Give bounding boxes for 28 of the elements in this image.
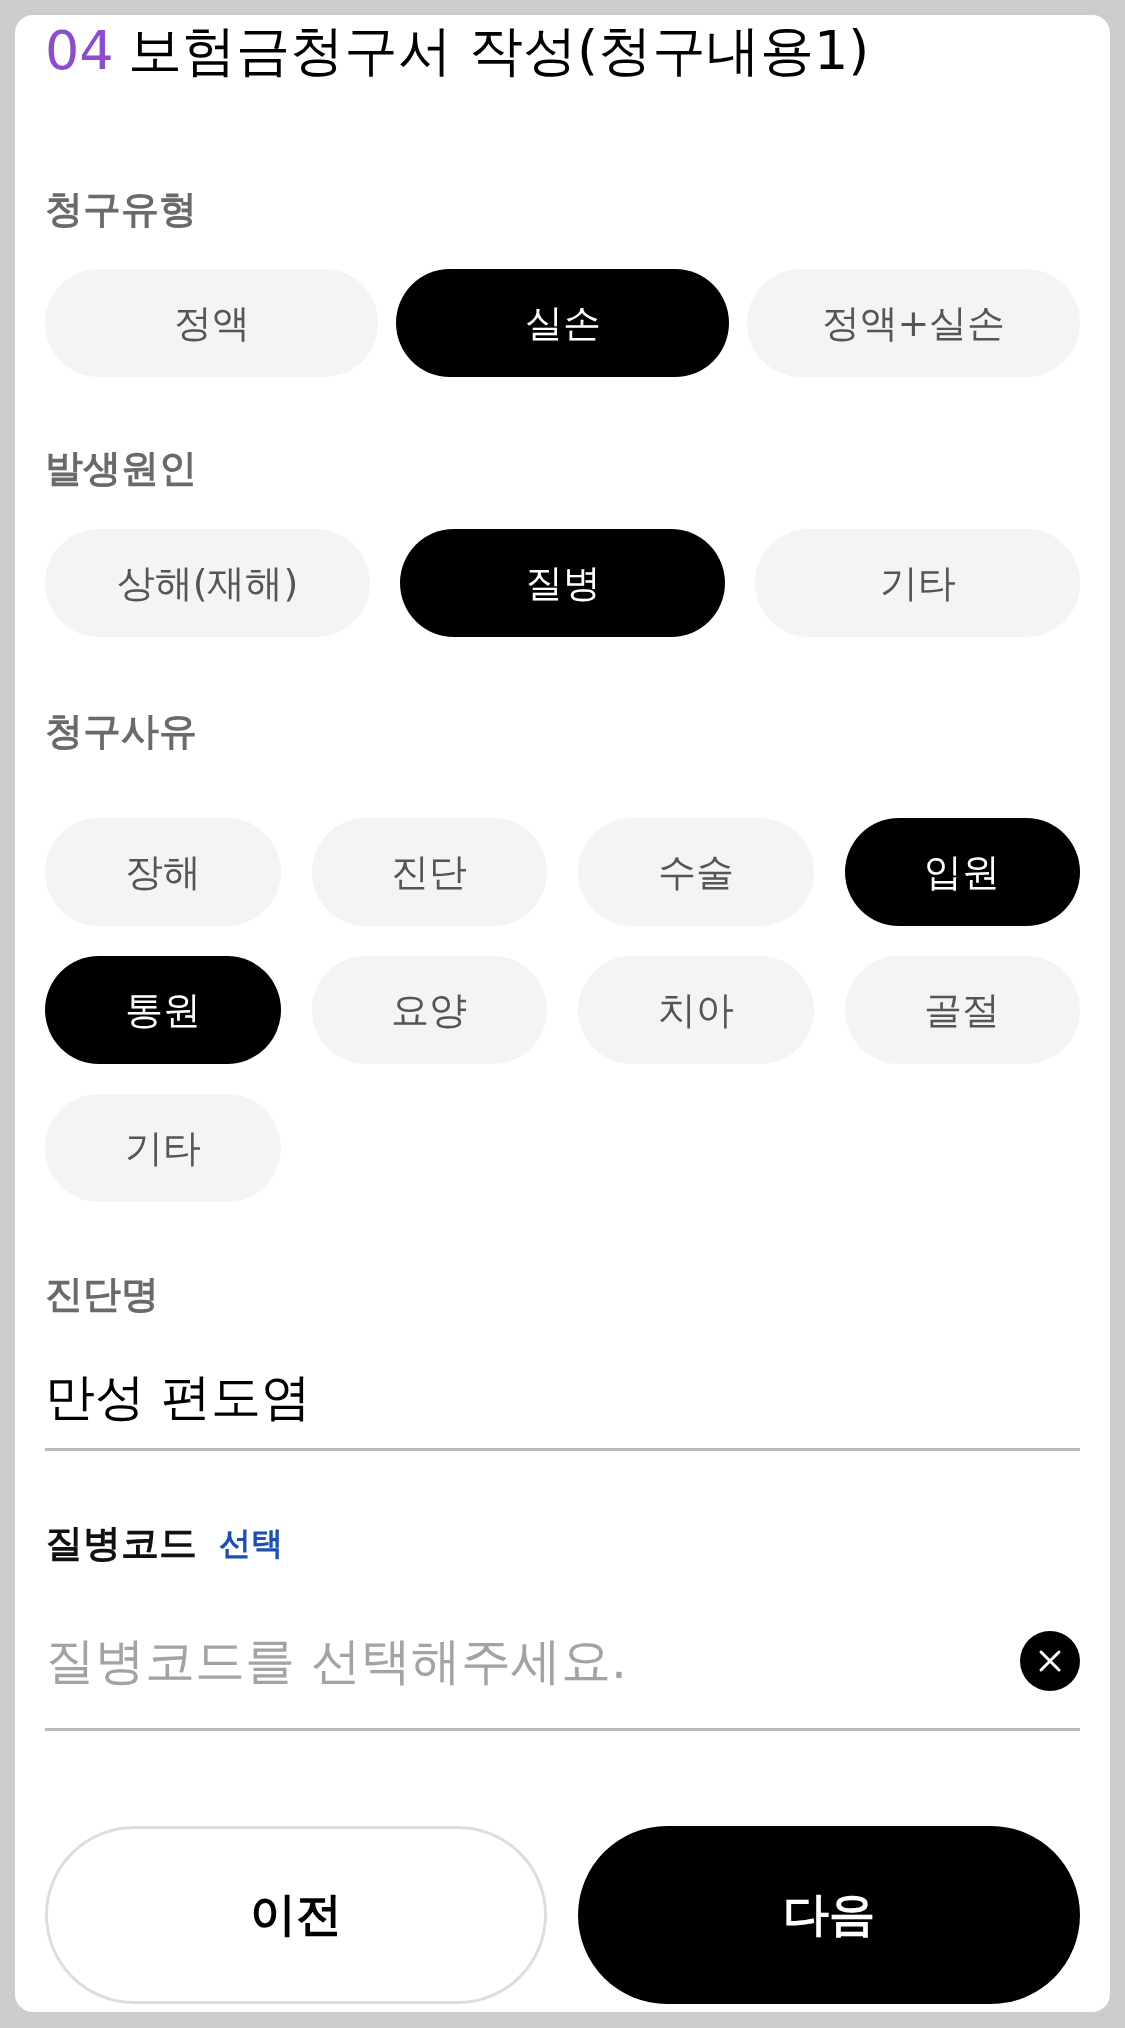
option-chip[interactable]: 골절 xyxy=(844,956,1080,1064)
option-chip[interactable]: 실손 xyxy=(396,269,729,377)
section-label: 청구유형 xyxy=(45,186,197,232)
field-label: 질병코드 xyxy=(45,1520,197,1566)
option-chip[interactable]: 정액 xyxy=(45,269,378,377)
option-chip[interactable]: 상해(재해) xyxy=(45,529,370,637)
page-title: 보험금청구서 작성(청구내용1) xyxy=(127,19,870,83)
option-chip[interactable]: 장해 xyxy=(45,818,281,926)
diagnosis-field[interactable]: 만성 편도염 xyxy=(45,1367,1080,1451)
option-chip[interactable]: 통원 xyxy=(45,956,281,1064)
option-chip[interactable]: 진단 xyxy=(311,818,547,926)
section-label: 발생원인 xyxy=(45,445,197,491)
section-label: 진단명 xyxy=(45,1271,159,1317)
select-link[interactable]: 선택 xyxy=(219,1520,283,1566)
section-label: 청구사유 xyxy=(45,708,197,754)
option-chip[interactable]: 요양 xyxy=(311,956,547,1064)
disease-code-field[interactable]: 질병코드를 선택해주세요. xyxy=(45,1631,1000,1691)
option-chip[interactable]: 질병 xyxy=(400,529,725,637)
option-chip[interactable]: 입원 xyxy=(844,818,1080,926)
option-chip[interactable]: 기타 xyxy=(45,1094,281,1202)
option-chip[interactable]: 치아 xyxy=(578,956,814,1064)
option-chip[interactable]: 기타 xyxy=(755,529,1080,637)
option-chip[interactable]: 수술 xyxy=(578,818,814,926)
nav-button[interactable]: 이전 xyxy=(45,1826,547,2004)
option-chip[interactable]: 정액+실손 xyxy=(747,269,1080,377)
step-number: 04 xyxy=(45,19,114,83)
clear-icon[interactable] xyxy=(1020,1631,1080,1691)
nav-button[interactable]: 다음 xyxy=(578,1826,1080,2004)
